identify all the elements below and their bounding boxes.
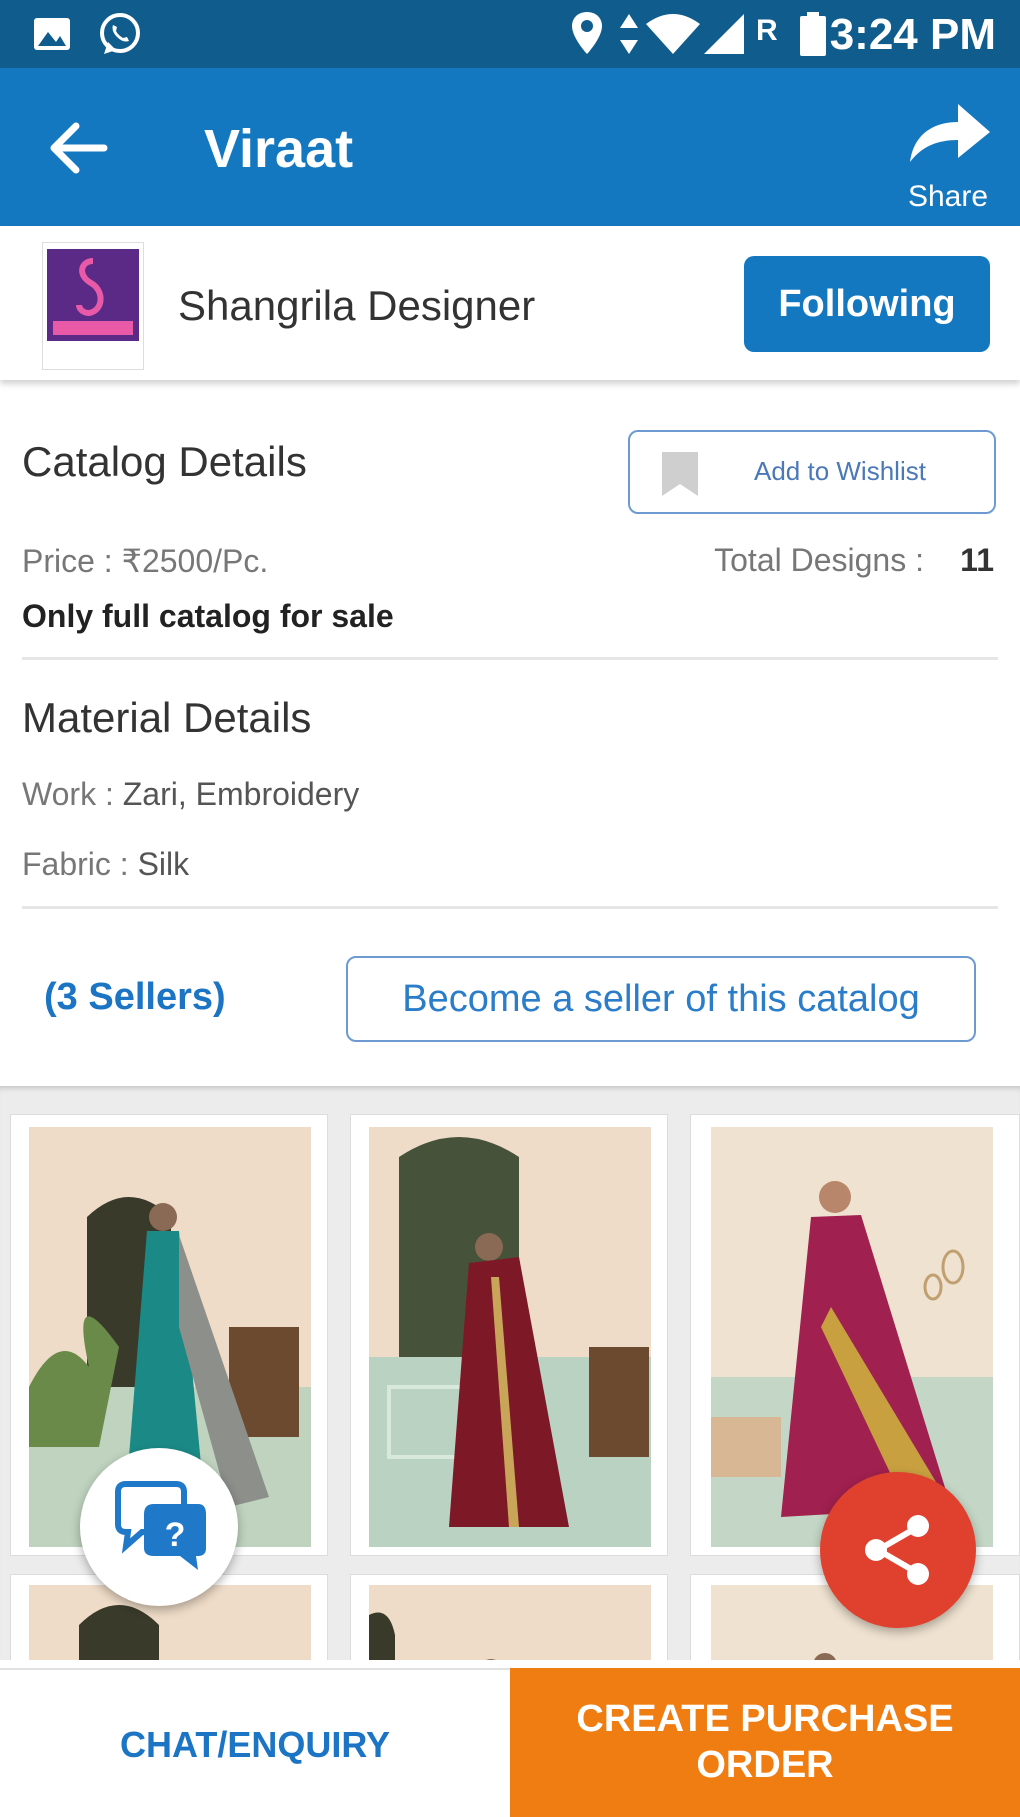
- total-designs-label: Total Designs :: [714, 542, 924, 578]
- bookmark-icon: [662, 452, 698, 496]
- material-details-heading: Material Details: [22, 694, 312, 741]
- signal-icon: [704, 14, 744, 54]
- following-button[interactable]: Following: [744, 256, 990, 352]
- create-purchase-order-button[interactable]: CREATE PURCHASE ORDER: [510, 1668, 1020, 1817]
- price-text: Price : ₹2500/Pc.: [22, 543, 269, 579]
- sellers-count-link[interactable]: (3 Sellers): [44, 976, 226, 1019]
- po-label-line1: CREATE PURCHASE: [576, 1698, 954, 1740]
- location-icon: [572, 12, 602, 54]
- work-label: Work :: [22, 776, 114, 812]
- clock: 3:24 PM: [829, 10, 996, 59]
- share-icon: [865, 1515, 929, 1585]
- work-value: Zari, Embroidery: [122, 776, 360, 812]
- image-icon: [34, 18, 70, 50]
- catalog-image-tile[interactable]: [350, 1574, 668, 1660]
- logo-image: [47, 249, 139, 341]
- wifi-icon: [646, 14, 700, 54]
- whatsapp-icon: [100, 13, 140, 54]
- seller-name[interactable]: Shangrila Designer: [178, 282, 535, 330]
- fabric-label: Fabric :: [22, 846, 129, 882]
- chat-enquiry-button[interactable]: CHAT/ENQUIRY: [0, 1668, 510, 1817]
- arrow-left-icon: [50, 122, 108, 174]
- share-arrow-icon: [910, 104, 990, 162]
- app-bar: Viraat Share: [0, 68, 1020, 226]
- seller-logo[interactable]: [42, 242, 144, 370]
- po-label-line2: ORDER: [696, 1744, 834, 1786]
- chat-question-icon: ?: [115, 1481, 206, 1570]
- catalog-details-heading: Catalog Details: [22, 438, 307, 485]
- page-title: Viraat: [204, 119, 354, 179]
- fabric-value: Silk: [137, 846, 190, 882]
- wishlist-label: Add to Wishlist: [754, 456, 926, 486]
- divider: [22, 906, 998, 909]
- bottom-action-bar: CHAT/ENQUIRY CREATE PURCHASE ORDER: [0, 1668, 1020, 1817]
- share-label: Share: [907, 180, 989, 213]
- divider: [22, 657, 998, 660]
- catalog-image-tile[interactable]: [350, 1114, 668, 1556]
- roaming-icon: R: [756, 14, 778, 47]
- chat-help-fab[interactable]: ?: [80, 1448, 238, 1606]
- total-designs-count: 11: [960, 542, 994, 578]
- back-button[interactable]: [44, 118, 114, 178]
- battery-icon: [800, 12, 826, 56]
- data-arrows-icon: [620, 14, 638, 54]
- share-fab[interactable]: [820, 1472, 976, 1628]
- status-bar: R 3:24 PM: [0, 0, 1020, 68]
- seller-header: Shangrila Designer Following: [0, 226, 1020, 380]
- sale-note: Only full catalog for sale: [22, 598, 394, 634]
- share-button[interactable]: Share: [898, 96, 998, 213]
- add-to-wishlist-button[interactable]: Add to Wishlist: [628, 430, 996, 514]
- work-row: Work : Zari, Embroidery: [22, 776, 359, 813]
- saree-photo: [369, 1127, 651, 1547]
- svg-text:?: ?: [165, 1516, 186, 1554]
- fabric-row: Fabric : Silk: [22, 846, 189, 883]
- become-seller-button[interactable]: Become a seller of this catalog: [346, 956, 976, 1042]
